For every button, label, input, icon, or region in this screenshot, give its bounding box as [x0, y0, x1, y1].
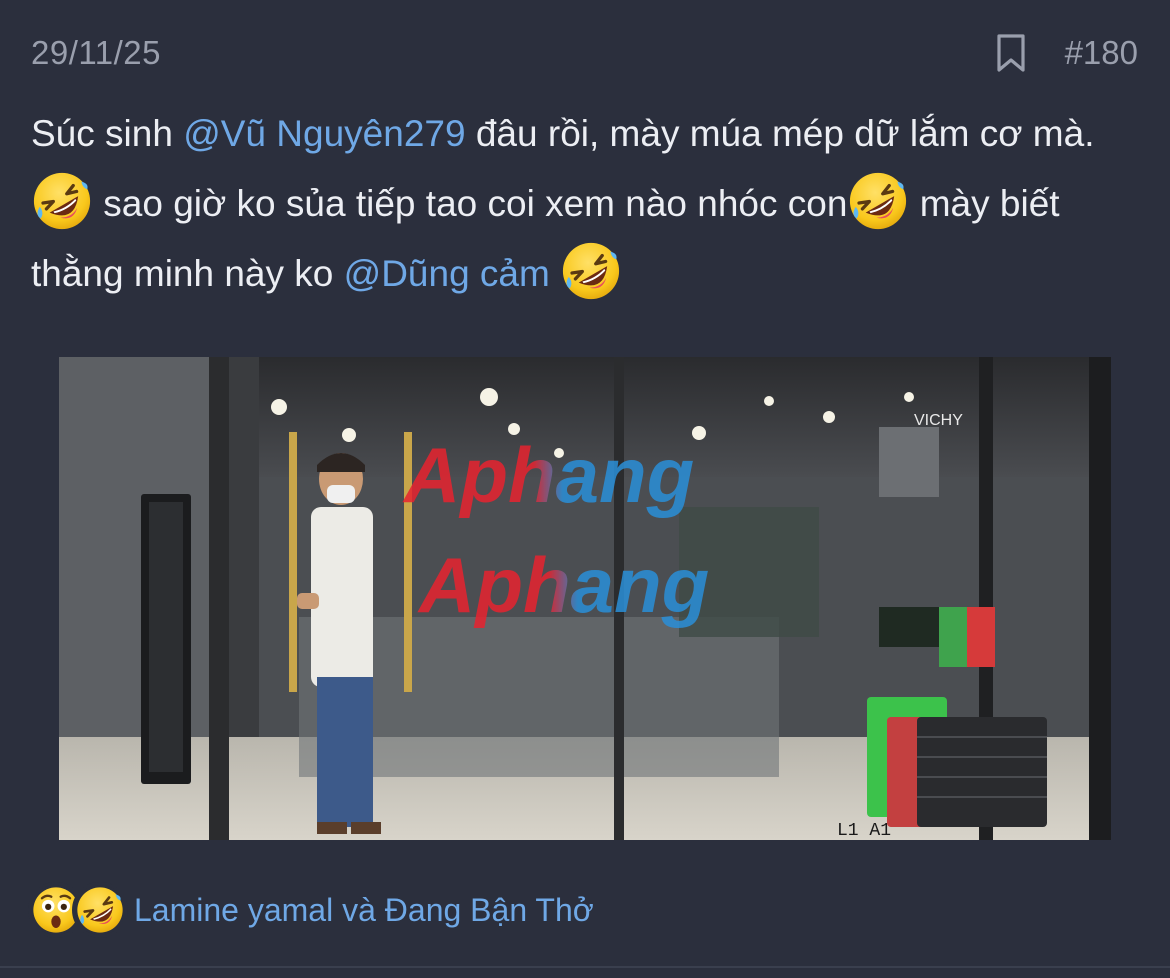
camera-label: L1 A1	[837, 821, 891, 840]
rofl-emoji-icon	[72, 882, 128, 938]
post-date: 29/11/25	[31, 34, 162, 71]
post-text: đâu rồi, mày múa mép dữ lắm cơ mà.	[465, 113, 1095, 154]
watermark-text: Aphang	[402, 431, 694, 519]
header-actions: #180	[995, 33, 1138, 73]
bookmark-icon[interactable]	[995, 33, 1027, 73]
rofl-emoji-icon	[560, 240, 622, 302]
divider	[0, 966, 1170, 968]
post-body: Súc sinh @Vũ Nguyên279 đâu rồi, mày múa …	[31, 99, 1141, 309]
forum-post: 29/11/25 #180 Súc sinh @Vũ Nguyên279 đâu…	[0, 0, 1170, 978]
rofl-emoji-icon	[847, 170, 909, 232]
reactions-bar: Lamine yamal và Đang Bận Thở	[28, 880, 594, 940]
rofl-emoji-icon	[31, 170, 93, 232]
store-sign: VICHY	[914, 412, 963, 429]
post-text: Súc sinh	[31, 113, 184, 154]
post-header: 29/11/25 #180	[31, 28, 1138, 78]
watermark-text: Aphang	[417, 541, 709, 629]
post-number[interactable]: #180	[1065, 34, 1138, 72]
post-text: sao giờ ko sủa tiếp tao coi xem nào nhóc…	[93, 183, 848, 224]
post-image[interactable]: VICHY Aphang Aphang L1 A1	[59, 357, 1111, 840]
cctv-photo: VICHY Aphang Aphang L1 A1	[59, 357, 1111, 840]
mention-link[interactable]: @Dũng cảm	[344, 253, 550, 294]
mention-link[interactable]: @Vũ Nguyên279	[183, 113, 465, 154]
reaction-emojis[interactable]	[28, 882, 128, 938]
reaction-users-link[interactable]: Lamine yamal và Đang Bận Thở	[134, 892, 594, 929]
